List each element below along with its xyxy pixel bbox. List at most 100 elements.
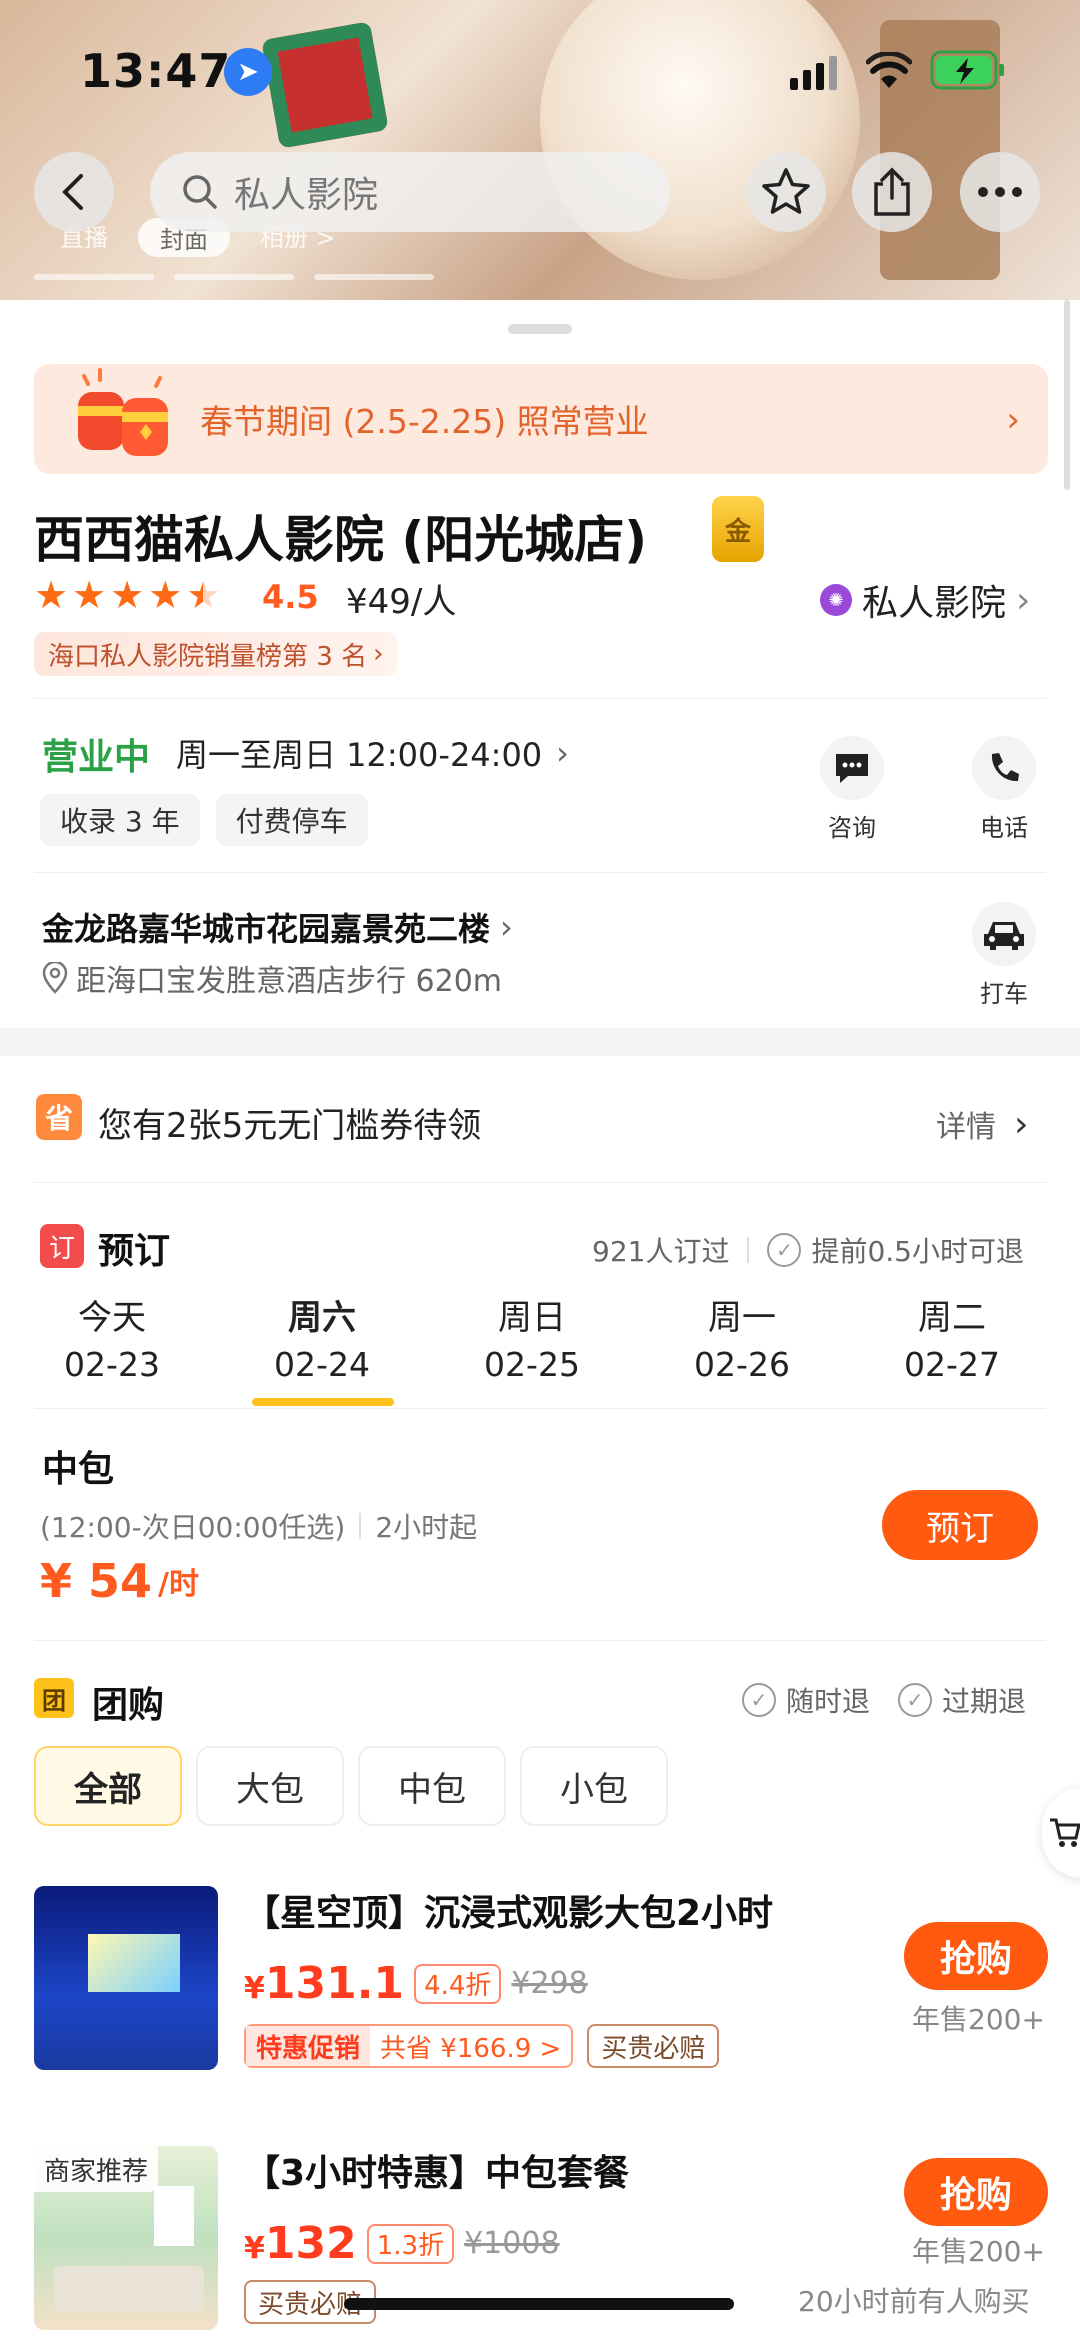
sheet-handle[interactable] <box>508 324 572 334</box>
category-label: 私人影院 <box>862 583 1007 624</box>
divider <box>34 1640 1046 1641</box>
shop-tags: 收录 3 年 付费停车 <box>40 794 368 846</box>
consult-label: 咨询 <box>828 814 876 842</box>
rank-text: 海口私人影院销量榜第 3 名 <box>48 641 368 672</box>
check-circle-icon: ✓ <box>742 1683 776 1717</box>
chevron-right-icon: › <box>1016 579 1031 621</box>
section-gap <box>0 1028 1080 1056</box>
car-icon <box>984 922 1024 950</box>
deal-thumbnail[interactable] <box>34 1886 218 2070</box>
original-price: ¥298 <box>511 1966 588 2001</box>
sold-count: 年售200+ <box>912 2235 1045 2268</box>
business-hours[interactable]: 周一至周日 12:00-24:00 › <box>176 730 569 776</box>
taxi-button[interactable]: 打车 <box>954 902 1054 1009</box>
booking-count: 921人订过 <box>592 1235 730 1268</box>
book-button[interactable]: 预订 <box>882 1490 1038 1560</box>
chevron-right-icon: › <box>556 734 569 772</box>
room-price-value: ¥ 54 <box>40 1554 153 1608</box>
date-tab-sat[interactable]: 周六 02-24 <box>252 1290 392 1384</box>
back-button[interactable] <box>34 152 114 232</box>
battery-charging-icon <box>930 50 1004 90</box>
filter-all[interactable]: 全部 <box>34 1746 182 1826</box>
discount-badge: 1.3折 <box>366 2223 455 2264</box>
star-full-icon: ★ <box>34 573 69 617</box>
location-pin-icon <box>42 962 68 994</box>
deal-promo-row: 特惠促销 共省 ¥166.9 > 买贵必赔 <box>244 2024 720 2068</box>
merchant-recommend-badge: 商家推荐 <box>34 2146 159 2192</box>
sold-count: 年售200+ <box>912 2003 1045 2036</box>
distance-text: 距海口宝发胜意酒店步行 620m <box>76 964 503 999</box>
favorite-button[interactable] <box>746 152 826 232</box>
divider <box>34 698 1046 699</box>
wifi-icon <box>866 52 912 88</box>
holiday-banner[interactable]: 春节期间 (2.5-2.25) 照常营业 › <box>34 364 1048 474</box>
hours-text: 周一至周日 12:00-24:00 <box>176 736 543 774</box>
deal-title[interactable]: 【星空顶】沉浸式观影大包2小时 <box>244 1884 773 1936</box>
booking-icon: 订 <box>40 1224 84 1268</box>
coupon-detail-link[interactable]: 详情 › <box>936 1102 1028 1146</box>
date-tab-mon[interactable]: 周一 02-26 <box>672 1290 812 1384</box>
refund-anytime: 随时退 <box>786 1685 871 1718</box>
filter-medium[interactable]: 中包 <box>358 1746 506 1826</box>
cellular-signal-icon <box>790 56 837 90</box>
room-min-hours: 2小时起 <box>375 1511 478 1544</box>
buy-button[interactable]: 抢购 <box>904 2158 1048 2226</box>
deal-title[interactable]: 【3小时特惠】中包套餐 <box>244 2144 629 2196</box>
search-input[interactable]: 私人影院 <box>150 152 670 232</box>
check-circle-icon: ✓ <box>898 1683 933 1717</box>
chat-icon <box>836 754 868 783</box>
date-tab-tue[interactable]: 周二 02-27 <box>882 1290 1022 1384</box>
chevron-right-icon: › <box>1006 400 1020 440</box>
category-link[interactable]: ✺ 私人影院 › <box>820 574 1030 626</box>
star-full-icon: ★ <box>148 573 183 617</box>
more-button[interactable] <box>960 152 1040 232</box>
coupon-icon: 省 <box>36 1094 82 1140</box>
screen-image <box>88 1934 180 1992</box>
deal-price-row: ¥131.1 4.4折 ¥298 <box>244 1958 588 2009</box>
date-tab-today[interactable]: 今天 02-23 <box>42 1290 182 1384</box>
more-icon <box>978 187 1022 197</box>
chevron-right-icon: › <box>373 639 384 669</box>
scrollbar[interactable] <box>1064 300 1070 490</box>
buy-button[interactable]: 抢购 <box>904 1922 1048 1990</box>
chevron-right-icon: › <box>500 908 513 946</box>
date-tab-sun[interactable]: 周日 02-25 <box>462 1290 602 1384</box>
chevron-left-icon <box>62 174 83 210</box>
original-price: ¥1008 <box>464 2226 560 2261</box>
chevron-right-icon: › <box>1014 1103 1029 1145</box>
divider <box>34 1182 1046 1183</box>
phone-button[interactable]: 电话 <box>954 736 1054 843</box>
home-indicator[interactable] <box>344 2298 734 2310</box>
group-buy-title: 团购 <box>92 1685 165 1726</box>
share-button[interactable] <box>852 152 932 232</box>
filter-large[interactable]: 大包 <box>196 1746 344 1826</box>
room-time-range: (12:00-次日00:00任选) 2小时起 <box>40 1506 477 1546</box>
refund-expired: 过期退 <box>942 1685 1027 1718</box>
lantern-icon <box>78 368 168 456</box>
date-tab-indicator <box>252 1398 394 1406</box>
location-arrow-icon: ➤ <box>224 48 272 96</box>
taxi-label: 打车 <box>980 980 1028 1008</box>
open-status: 营业中 <box>42 737 151 778</box>
consult-button[interactable]: 咨询 <box>802 736 902 843</box>
promo-tag[interactable]: 特惠促销 共省 ¥166.9 > <box>244 2024 574 2068</box>
deal-price: ¥131.1 <box>244 1958 405 2009</box>
guarantee-tag: 买贵必赔 <box>587 2024 720 2068</box>
discount-badge: 4.4折 <box>414 1963 502 2004</box>
cart-icon <box>1050 1818 1080 1847</box>
rank-badge[interactable]: 海口私人影院销量榜第 3 名 › <box>34 632 398 676</box>
divider <box>34 1408 1046 1409</box>
search-placeholder: 私人影院 <box>234 175 379 216</box>
address-link[interactable]: 金龙路嘉华城市花园嘉景苑二楼 › <box>42 904 513 950</box>
shop-tag: 收录 3 年 <box>40 794 200 846</box>
address-text: 金龙路嘉华城市花园嘉景苑二楼 <box>42 910 491 948</box>
deal-price: ¥132 <box>244 2218 357 2269</box>
shop-name: 西西猫私人影院 (阳光城店) <box>34 511 648 569</box>
distance-info: 距海口宝发胜意酒店步行 620m <box>42 956 502 1000</box>
star-full-icon: ★ <box>72 573 107 617</box>
filter-small[interactable]: 小包 <box>520 1746 668 1826</box>
room-name: 中包 <box>42 1449 115 1490</box>
coupon-detail-label: 详情 <box>936 1110 996 1145</box>
room-price-unit: /时 <box>158 1567 200 1602</box>
rating-score: 4.5 <box>262 578 319 616</box>
